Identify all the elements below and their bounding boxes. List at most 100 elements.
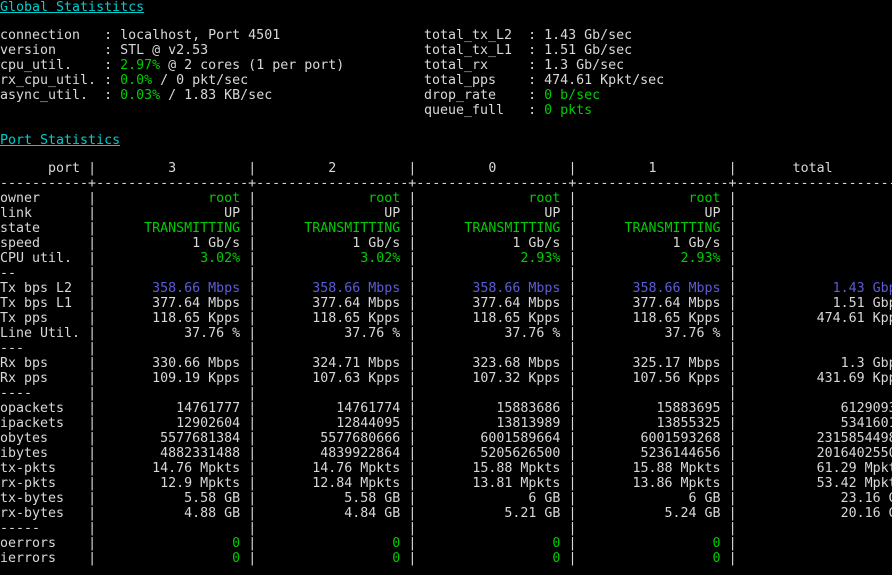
column-separator: | [728,281,737,296]
global-stat-label: cpu_util. [0,58,105,73]
total-cell-value: 431.69 Kpps [736,371,892,386]
global-stat-colon: : [528,58,545,73]
column-separator: | [88,266,97,281]
port-column-header: 3 [96,161,249,176]
column-separator: | [248,206,257,221]
cell-value: 0 [96,551,249,566]
cell-value: 1 Gb/s [256,236,409,251]
cell-value: 107.32 Kpps [416,371,569,386]
cell-empty [416,341,568,356]
global-stat-label: total_pps [424,73,529,88]
row-label: CPU util. [0,251,89,266]
row-label: owner [0,191,89,206]
global-stat-row: total_tx_L1 : 1.51 Gb/sec [424,43,664,58]
cell-value: 15883686 [416,401,569,416]
cell-value: UP [96,206,249,221]
column-separator: | [728,251,737,266]
cell-value: 118.65 Kpps [576,311,729,326]
column-separator: | [88,506,97,521]
total-cell-value: 53416013 [736,416,892,431]
row-label: -- [0,266,89,281]
cell-value: 5236144656 [576,446,729,461]
column-separator: | [248,491,257,506]
cell-value: root [256,191,409,206]
cell-empty [256,521,408,536]
port-table-separator-row: ---- | | | | | [0,386,892,401]
global-stat-value: 0.03% [120,88,161,103]
column-separator: | [248,386,257,401]
cell-value: 3.02% [96,251,249,266]
global-block-spacer [0,118,892,133]
global-stat-row: connection : localhost, Port 4501 [0,28,344,43]
global-stat-value: 0 pkts [544,103,593,118]
cell-value: UP [416,206,569,221]
total-cell-value: 23.16 GB [736,491,892,506]
cell-value: 325.17 Mbps [576,356,729,371]
port-table-row: speed | 1 Gb/s | 1 Gb/s | 1 Gb/s | 1 Gb/… [0,236,892,251]
column-separator: | [728,341,737,356]
column-separator: | [728,551,737,566]
column-separator: | [728,311,737,326]
column-separator: | [728,296,737,311]
cell-value: 6 GB [416,491,569,506]
global-stat-label: connection [0,28,105,43]
cell-empty [256,386,408,401]
global-stat-label: async_util. [0,88,105,103]
cell-value: 3.02% [256,251,409,266]
port-table-row: Tx bps L2 | 358.66 Mbps | 358.66 Mbps | … [0,281,892,296]
cell-value: 0 [416,551,569,566]
cell-value: 12.84 Mpkts [256,476,409,491]
cell-value: 15.88 Mpkts [576,461,729,476]
row-label: ---- [0,386,89,401]
column-separator: | [88,536,97,551]
column-separator: | [248,356,257,371]
cell-value: 5205626500 [416,446,569,461]
global-stat-row: rx_cpu_util. : 0.0% / 0 pkt/sec [0,73,344,88]
cell-empty [96,521,248,536]
cell-empty [576,341,728,356]
global-statistics-title: Global Statistitcs [0,0,145,15]
global-stat-value: STL @ v2.53 [120,43,209,58]
column-separator: | [728,221,737,236]
global-stat-colon: : [528,43,545,58]
global-stat-colon: : [104,73,121,88]
column-separator: | [88,221,97,236]
row-label: speed [0,236,89,251]
column-separator: | [728,536,737,551]
port-table-row: CPU util. | 3.02% | 3.02% | 2.93% | 2.93… [0,251,892,266]
column-separator: | [88,281,97,296]
column-separator: | [728,191,737,206]
port-table-row: obytes | 5577681384 | 5577680666 | 60015… [0,431,892,446]
global-stat-value: 1.51 Gb/sec [544,43,633,58]
total-cell-value: 0 [736,536,892,551]
port-table-separator-row: --- | | | | | [0,341,892,356]
cell-value: 324.71 Mbps [256,356,409,371]
cell-value: 107.56 Kpps [576,371,729,386]
global-stat-colon: : [528,28,545,43]
global-stat-label: drop_rate [424,88,529,103]
row-label: Line Util. [0,326,89,341]
header-rule: -----------+-------------------+--------… [0,176,892,191]
cell-empty [256,341,408,356]
column-separator: | [248,506,257,521]
column-separator: | [248,266,257,281]
cell-value: 5.58 GB [256,491,409,506]
global-stat-value: 0.0% [120,73,153,88]
column-separator: | [248,161,257,176]
port-table-row: Tx bps L1 | 377.64 Mbps | 377.64 Mbps | … [0,296,892,311]
column-separator: | [88,476,97,491]
column-separator: | [88,521,97,536]
row-label: ierrors [0,551,89,566]
global-stat-label: version [0,43,105,58]
column-separator: | [248,431,257,446]
global-stat-label: total_rx [424,58,529,73]
port-table-header-row: port | 3 | 2 | 0 | 1 | total [0,161,892,176]
column-separator: | [248,236,257,251]
cell-value: 377.64 Mbps [576,296,729,311]
cell-value: 37.76 % [96,326,249,341]
column-separator: | [88,296,97,311]
port-table-row: Line Util. | 37.76 % | 37.76 % | 37.76 %… [0,326,892,341]
cell-value: 12902604 [96,416,249,431]
column-separator: | [728,521,737,536]
global-stat-colon: : [104,43,121,58]
